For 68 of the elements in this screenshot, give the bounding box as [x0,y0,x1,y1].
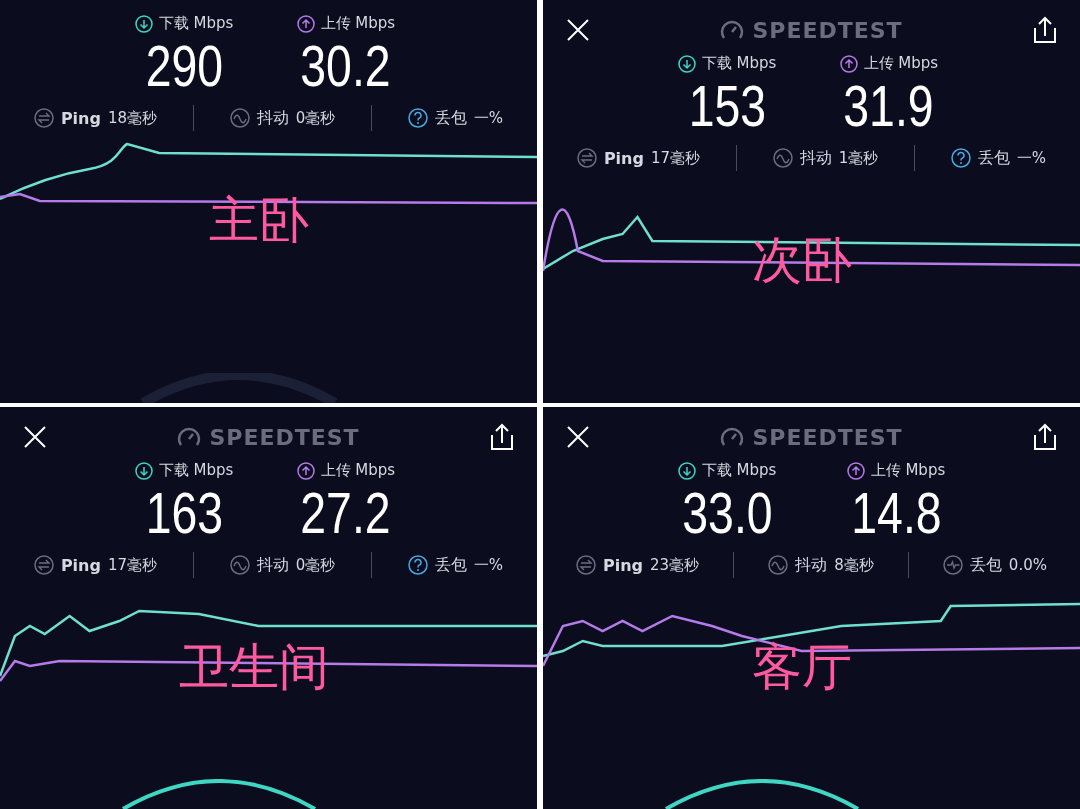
download-speed: 153 [688,77,766,135]
upload-speed: 14.8 [850,484,942,542]
stat-value: 1毫秒 [838,148,879,168]
upload-label: 上传 Mbps [320,14,396,33]
upload-speed: 30.2 [300,37,391,95]
gauge-icon [720,19,745,41]
stat-value: 一% [1016,148,1047,168]
ping-icon [33,108,54,128]
upload-speed: 31.9 [843,77,934,135]
download-label: 下载 Mbps [701,54,777,73]
stat-label: Ping [60,108,101,128]
download-icon [677,461,696,480]
stat-label: 抖动 [795,554,828,576]
upload-icon [839,54,858,73]
stat-value: 18毫秒 [107,108,158,128]
stat-label: 丢包 [977,147,1010,169]
stat-value: 23毫秒 [650,555,700,575]
upload-label: 上传 Mbps [870,461,946,480]
stat-value: 17毫秒 [107,555,158,575]
download-label: 下载 Mbps [158,461,234,480]
stat-label: 丢包 [434,554,467,576]
stat-label: 丢包 [969,554,1002,576]
ping-icon [576,148,597,168]
gauge-icon [720,426,745,448]
room-label: 客厅 [751,637,852,698]
stat-value: 一% [473,555,504,575]
upload-icon [296,461,315,480]
stat-value: 0毫秒 [295,555,336,575]
stat-label: 抖动 [256,554,289,576]
upload-icon [296,14,315,33]
stat-label: 丢包 [434,107,467,129]
download-speed: 33.0 [681,484,773,542]
question-icon [407,108,428,128]
stat-value: 17毫秒 [650,148,701,168]
download-label: 下载 Mbps [158,14,234,33]
stat-label: 抖动 [256,107,289,129]
stat-value: 8毫秒 [834,555,874,575]
download-speed: 163 [145,484,223,542]
stat-label: Ping [603,148,644,168]
upload-label: 上传 Mbps [320,461,396,480]
download-label: 下载 Mbps [701,461,777,480]
download-icon [134,14,153,33]
stat-label: Ping [603,555,644,575]
download-icon [134,461,153,480]
ping-icon [33,555,54,575]
app-title: SPEEDTEST [752,17,903,43]
wave-icon [772,148,793,168]
upload-label: 上传 Mbps [863,54,939,73]
app-title: SPEEDTEST [209,424,360,450]
download-icon [677,54,696,73]
question-icon [950,148,971,168]
stat-label: 抖动 [799,147,832,169]
stat-value: 0毫秒 [295,108,336,128]
upload-speed: 27.2 [300,484,391,542]
wave-icon [229,108,250,128]
room-label: 主卧 [208,190,309,251]
download-speed: 290 [145,37,223,95]
gauge-icon [177,426,202,448]
stat-label: Ping [60,555,101,575]
question-icon [407,555,428,575]
app-title: SPEEDTEST [752,424,903,450]
wave-icon [229,555,250,575]
ping-icon [576,555,596,575]
upload-icon [846,461,865,480]
wave-icon [768,555,789,575]
stat-value: 一% [473,108,504,128]
pulse-icon [942,555,963,575]
stat-value: 0.0% [1008,556,1047,574]
